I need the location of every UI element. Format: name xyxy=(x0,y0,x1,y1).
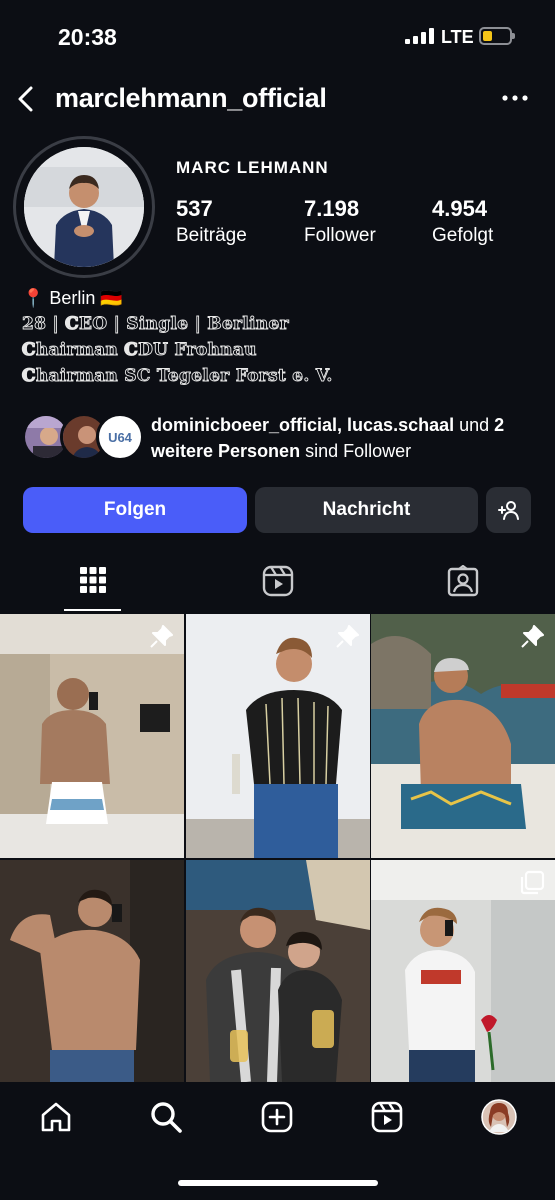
pin-icon xyxy=(336,625,359,648)
tab-grid[interactable] xyxy=(0,560,185,612)
reels-icon xyxy=(371,1101,403,1133)
nav-create[interactable] xyxy=(257,1097,297,1137)
profile-header: marclehmann_official xyxy=(0,78,555,122)
suggest-users-button[interactable] xyxy=(486,487,531,533)
stat-posts[interactable]: 537 Beiträge xyxy=(176,196,247,247)
suffix-text: sind Follower xyxy=(300,441,412,461)
home-indicator xyxy=(178,1180,378,1186)
create-post-icon xyxy=(261,1101,293,1133)
add-person-icon xyxy=(497,501,519,520)
stat-value: 7.198 xyxy=(304,196,360,221)
profile-avatar[interactable] xyxy=(13,136,155,278)
pin-icon xyxy=(150,625,173,648)
nav-reels[interactable] xyxy=(367,1097,407,1137)
avatar-logo-text: U64 xyxy=(108,429,132,445)
home-icon xyxy=(41,1102,71,1132)
mutual-followers-text[interactable]: dominicboeer_official, lucas.schaal und … xyxy=(151,412,546,464)
tab-tagged[interactable] xyxy=(370,560,555,612)
status-bar: 20:38 LTE xyxy=(0,0,555,70)
post-thumbnail[interactable] xyxy=(186,614,370,858)
nav-home[interactable] xyxy=(36,1097,76,1137)
message-button[interactable]: Nachricht xyxy=(255,487,478,533)
stat-label: Beiträge xyxy=(176,225,247,246)
stat-following[interactable]: 4.954 Gefolgt xyxy=(432,196,493,247)
status-time: 20:38 xyxy=(58,24,117,50)
battery-icon xyxy=(479,27,515,45)
stat-value: 537 xyxy=(176,196,213,221)
pin-icon xyxy=(521,625,544,648)
search-icon xyxy=(151,1102,182,1133)
tagged-person-icon xyxy=(447,565,478,597)
bio-location: 📍 Berlin 🇩🇪 xyxy=(22,288,123,308)
bio-line: ℂhairman ℂDU Frohnau xyxy=(22,340,257,361)
multiple-photos-icon xyxy=(520,870,545,895)
profile-avatar-icon xyxy=(481,1099,517,1135)
more-options-icon[interactable] xyxy=(500,86,530,110)
grid-icon xyxy=(79,567,106,593)
post-thumbnail[interactable] xyxy=(371,614,555,858)
header-username: marclehmann_official xyxy=(55,83,327,113)
active-tab-indicator xyxy=(64,609,121,611)
back-icon[interactable] xyxy=(12,84,42,114)
nav-search[interactable] xyxy=(146,1097,186,1137)
network-label: LTE xyxy=(441,27,474,47)
follow-button[interactable]: Folgen xyxy=(23,487,247,533)
stat-value: 4.954 xyxy=(432,196,488,221)
reels-icon xyxy=(262,565,293,597)
stat-followers[interactable]: 7.198 Follower xyxy=(304,196,376,247)
stat-label: Gefolgt xyxy=(432,225,494,246)
tab-reels[interactable] xyxy=(185,560,370,612)
nav-profile[interactable] xyxy=(479,1097,519,1137)
post-thumbnail[interactable] xyxy=(371,860,555,1104)
bio-line: 28 | ℂEO | Single | Berliner xyxy=(22,314,289,335)
post-thumbnail[interactable] xyxy=(0,860,184,1104)
display-name: MARC LEHMANN xyxy=(176,158,329,177)
mutual-follower-avatar[interactable]: U64 xyxy=(96,413,144,461)
profile-bio: 📍 Berlin 🇩🇪 28 | ℂEO | Single | Berliner… xyxy=(22,285,333,389)
signal-icon xyxy=(405,28,434,44)
stat-label: Follower xyxy=(304,225,376,246)
avatar xyxy=(24,147,144,267)
connector-text: und xyxy=(454,415,495,435)
post-thumbnail[interactable] xyxy=(186,860,370,1104)
post-thumbnail[interactable] xyxy=(0,614,184,858)
bio-line: ℂhairman SC Tegeler Forst e. V. xyxy=(22,366,333,387)
follower-names: dominicboeer_official, lucas.schaal xyxy=(151,415,455,435)
